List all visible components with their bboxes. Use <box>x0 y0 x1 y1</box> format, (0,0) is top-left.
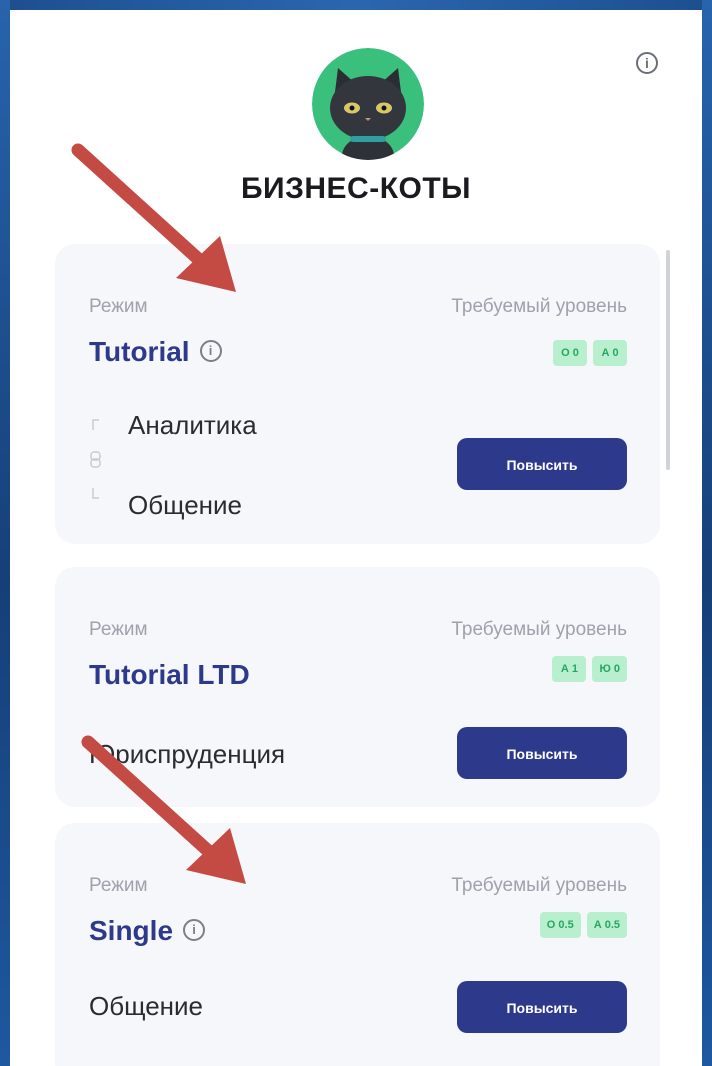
required-level-label: Требуемый уровень <box>451 875 627 896</box>
mode-name-text: Single <box>89 915 174 946</box>
mode-name: Tutorial LTD <box>89 659 250 690</box>
level-badges: О 0 А 0 <box>553 340 627 366</box>
red-arrow-icon <box>71 143 236 292</box>
level-badge: О 0 <box>553 340 587 366</box>
mode-label: Режим <box>89 619 148 640</box>
info-icon[interactable]: i <box>199 339 222 362</box>
upgrade-button[interactable]: Повысить <box>457 727 627 779</box>
window-frame-left <box>0 0 10 1066</box>
level-badges: О 0.5 А 0.5 <box>539 912 627 938</box>
required-level-label: Требуемый уровень <box>451 619 627 640</box>
window-frame-top <box>0 0 712 10</box>
level-badge: О 0.5 <box>539 912 581 938</box>
scrollbar[interactable] <box>666 250 670 470</box>
mode-name-text: Tutorial <box>89 336 190 367</box>
level-badge: А 0 <box>593 340 627 366</box>
level-badge: А 0.5 <box>586 912 627 938</box>
info-icon[interactable]: i <box>183 918 206 941</box>
level-badge: А 1 <box>552 656 587 682</box>
app-panel: i БИЗНЕС-КОТЫ Режим Требуемый уровень Tu… <box>10 10 702 1066</box>
mode-name: Tutorial i <box>89 336 222 368</box>
mode-name: Single i <box>89 915 206 947</box>
level-badge: Ю 0 <box>592 656 627 682</box>
skill-item: Аналитика <box>128 410 257 440</box>
info-icon[interactable]: i <box>636 52 658 74</box>
skill-item: Общение <box>128 490 243 520</box>
required-level-label: Требуемый уровень <box>451 296 627 317</box>
upgrade-button[interactable]: Повысить <box>457 981 627 1033</box>
cat-avatar <box>312 48 424 160</box>
red-arrow-icon <box>81 735 246 884</box>
window-frame-right <box>702 0 712 1066</box>
skill-item: Общение <box>89 991 204 1021</box>
level-badges: А 1 Ю 0 <box>552 656 627 682</box>
upgrade-button[interactable]: Повысить <box>457 438 627 490</box>
link-icon <box>90 419 101 499</box>
